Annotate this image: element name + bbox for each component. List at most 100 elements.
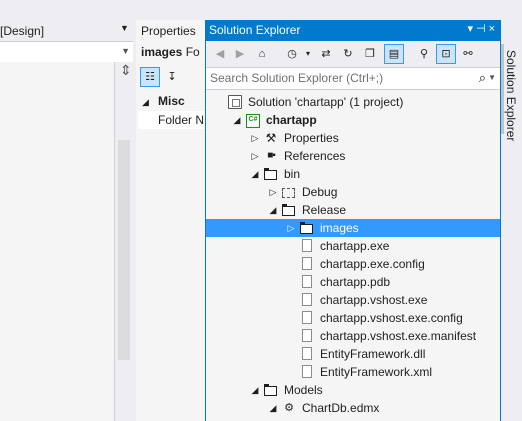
tree-item-label: Properties	[284, 131, 339, 145]
forward-icon[interactable]: ▶	[230, 44, 250, 64]
folder-icon	[300, 221, 314, 235]
tree-item-label: bin	[284, 167, 301, 181]
file-icon	[300, 329, 314, 343]
tree-item-label: EntityFramework.xml	[320, 365, 433, 379]
tree-item-label: chartapp.vshost.exe	[320, 293, 428, 307]
collapsed-arrow-icon[interactable]: ▷	[250, 151, 260, 161]
collapse-icon[interactable]: ◢	[142, 97, 149, 108]
properties-header[interactable]: Properties	[141, 20, 196, 42]
expanded-arrow-icon[interactable]: ◢	[232, 115, 242, 125]
collapsed-arrow-icon[interactable]: ▷	[250, 133, 260, 143]
chevron-down-icon[interactable]: ▼	[120, 23, 132, 37]
file-icon	[300, 257, 314, 271]
property-row[interactable]: Folder N	[138, 111, 208, 129]
properties-object-type: Fo	[185, 45, 200, 59]
side-tab-solution-explorer[interactable]: Solution Explorer	[504, 50, 518, 141]
tree-item[interactable]: ◢ C# chartapp	[206, 111, 500, 129]
properties-object-selector[interactable]: images Fo	[141, 43, 200, 61]
home-icon[interactable]: ⌂	[252, 44, 272, 64]
search-input[interactable]	[208, 69, 470, 86]
chevron-down-icon[interactable]: ▾	[298, 44, 318, 64]
file-icon	[300, 275, 314, 289]
tree-item-label: Solution 'chartapp' (1 project)	[248, 95, 404, 109]
solution-explorer-titlebar[interactable]: Solution Explorer ▾⊣×	[205, 20, 501, 41]
csharp-project-icon: C#	[246, 114, 260, 128]
refresh-icon[interactable]: ↻	[338, 44, 358, 64]
tree-item-label: chartapp.pdb	[320, 275, 391, 289]
class-view-icon[interactable]: ⚯	[458, 44, 478, 64]
tree-item-label: images	[320, 221, 359, 235]
tree-item[interactable]: ▷ ⚒ Properties	[206, 129, 500, 147]
collapse-all-icon[interactable]: ❐	[360, 44, 380, 64]
solution-explorer-toolbar: ◀ ▶ ⌂ ◷ ▾ ⇄ ↻ ❐ ▤ ⚲ ⊡ ⚯	[206, 41, 500, 67]
tree-item-label: Models	[284, 383, 323, 397]
tree-item[interactable]: chartapp.pdb	[206, 273, 500, 291]
tree-item-label: Debug	[302, 185, 338, 199]
solution-explorer-title: Solution Explorer	[209, 23, 301, 37]
tree-item[interactable]: Solution 'chartapp' (1 project)	[206, 93, 500, 111]
solution-tree: Solution 'chartapp' (1 project) ◢ C# charta…	[206, 90, 500, 421]
splitter-handle-icon[interactable]: ⇕	[120, 63, 132, 77]
chevron-down-icon[interactable]: ▼	[488, 73, 496, 82]
tree-item-label: EntityFramework.dll	[320, 347, 426, 361]
file-icon	[300, 365, 314, 379]
file-icon	[300, 239, 314, 253]
tree-item-label: chartapp	[266, 113, 317, 127]
pin-icon[interactable]: ⊣	[476, 23, 489, 35]
expanded-arrow-icon[interactable]: ◢	[250, 169, 260, 179]
tree-item-label: chartapp.vshost.exe.config	[320, 311, 463, 325]
categorized-icon[interactable]: ☷	[140, 67, 160, 87]
tree-item[interactable]: ▷ Debug	[206, 183, 500, 201]
tree-item[interactable]: ▷ ■▪ References	[206, 147, 500, 165]
designer-combo[interactable]: ▼	[0, 41, 133, 63]
solution-search-box[interactable]: ⌕ ▼	[206, 67, 500, 90]
file-icon	[300, 311, 314, 325]
scrollbar[interactable]	[118, 140, 130, 360]
properties-wrench-icon[interactable]: ⚲	[414, 44, 434, 64]
window-menu-icon[interactable]: ▾	[467, 23, 476, 35]
solution-icon	[228, 95, 242, 109]
tree-item[interactable]: ◢ ⚙ ChartDb.edmx	[206, 399, 500, 417]
sync-icon[interactable]: ⇄	[316, 44, 336, 64]
tree-item[interactable]: ◢ Release	[206, 201, 500, 219]
folder-open-icon	[282, 203, 296, 217]
properties-object-name: images	[141, 45, 183, 59]
tree-item[interactable]: chartapp.vshost.exe.config	[206, 309, 500, 327]
close-icon[interactable]: ×	[489, 23, 498, 35]
tree-item[interactable]: ◢ bin	[206, 165, 500, 183]
property-category[interactable]: ◢ Misc	[138, 93, 208, 111]
preview-icon[interactable]: ⊡	[436, 44, 456, 64]
file-icon	[300, 347, 314, 361]
folder-open-icon	[264, 167, 278, 181]
expanded-arrow-icon[interactable]: ◢	[250, 385, 260, 395]
tree-item[interactable]: EntityFramework.xml	[206, 363, 500, 381]
folder-open-icon	[264, 383, 278, 397]
show-all-files-icon[interactable]: ▤	[384, 44, 404, 64]
tree-item-label: Release	[302, 203, 347, 217]
tree-item[interactable]: chartapp.vshost.exe.manifest	[206, 327, 500, 345]
tree-item-label: chartapp.exe.config	[320, 257, 425, 271]
chevron-down-icon[interactable]: ▼	[121, 46, 130, 56]
collapsed-arrow-icon[interactable]: ▷	[286, 223, 296, 233]
collapsed-arrow-icon[interactable]: ▷	[268, 187, 278, 197]
property-grid-body	[138, 130, 208, 421]
expanded-arrow-icon[interactable]: ◢	[268, 205, 278, 215]
design-tab-title[interactable]: [Design]	[0, 20, 44, 42]
tree-item-label: ChartDb.edmx	[302, 401, 380, 415]
tree-item[interactable]: chartapp.vshost.exe	[206, 291, 500, 309]
wrench-icon: ⚒	[265, 131, 277, 145]
tree-item[interactable]: chartapp.exe	[206, 237, 500, 255]
tree-item[interactable]: ◢ Models	[206, 381, 500, 399]
tree-item[interactable]: EntityFramework.dll	[206, 345, 500, 363]
references-icon: ■▪	[267, 150, 276, 161]
tree-item[interactable]: ▷ images	[206, 219, 500, 237]
search-icon[interactable]: ⌕	[479, 70, 486, 86]
back-icon[interactable]: ◀	[210, 44, 230, 64]
tree-item-label: chartapp.exe	[320, 239, 390, 253]
property-category-label: Misc	[158, 94, 185, 108]
tree-item[interactable]: chartapp.exe.config	[206, 255, 500, 273]
expanded-arrow-icon[interactable]: ◢	[268, 403, 278, 413]
alphabetical-icon[interactable]: ↧	[162, 67, 182, 87]
property-name: Folder N	[158, 113, 205, 127]
edmx-model-icon: ⚙	[284, 402, 294, 414]
